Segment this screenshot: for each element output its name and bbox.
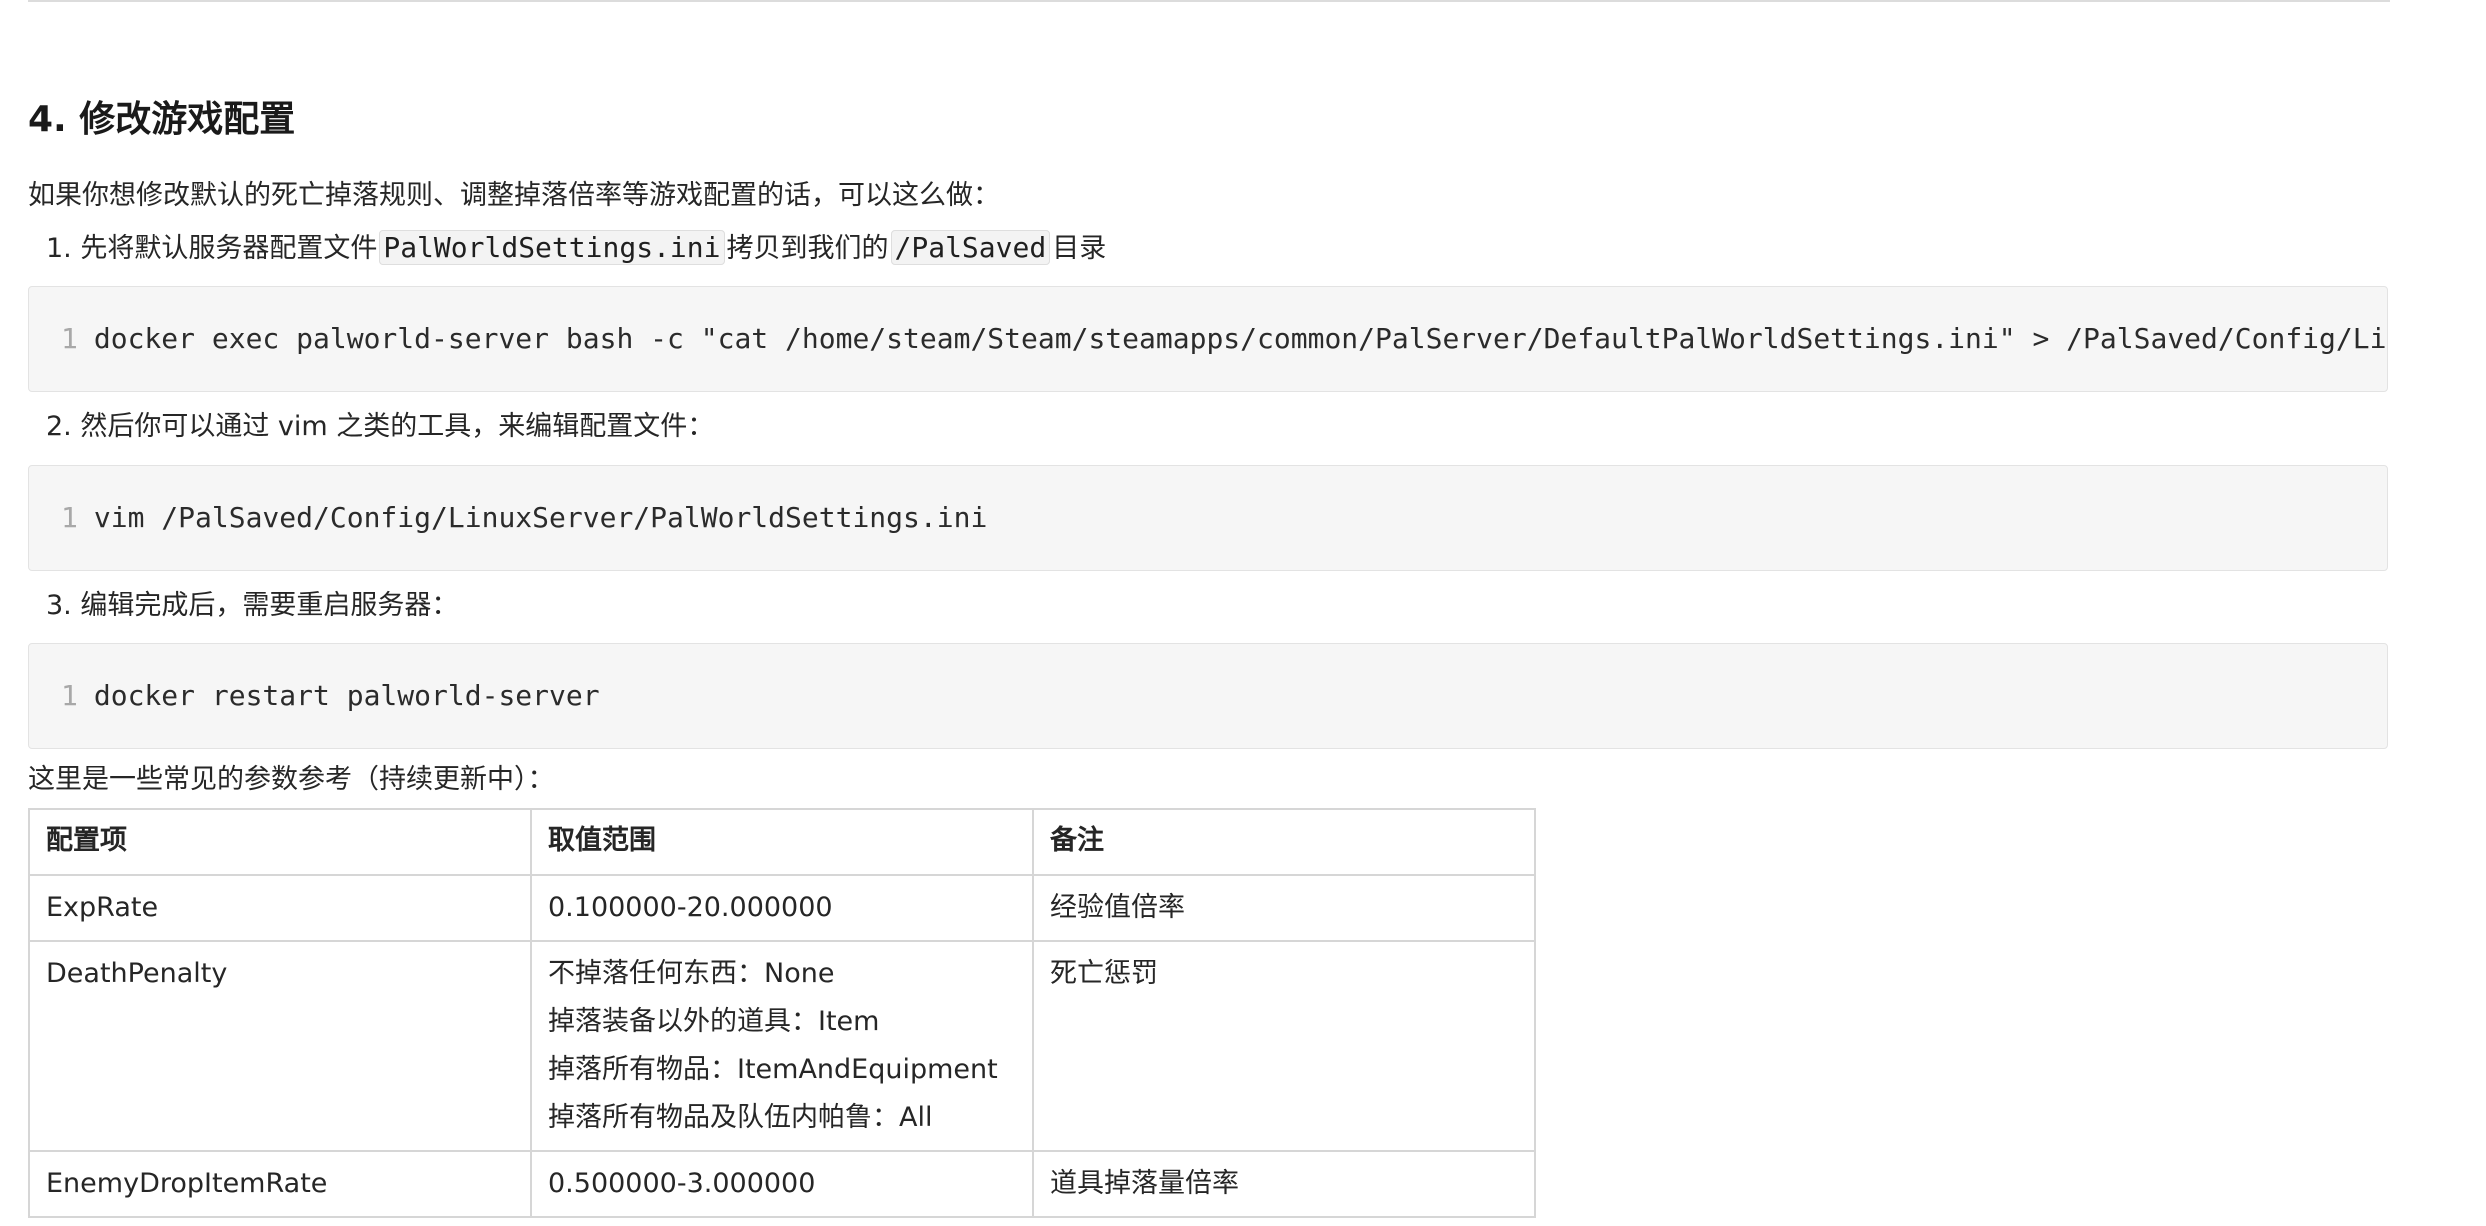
step-1-text: 1. 先将默认服务器配置文件 PalWorldSettings.ini 拷贝到我们的… [46,228,1106,269]
range-line: 0.500000-3.000000 [548,1168,816,1199]
code-line[interactable]: 1 docker restart palworld-server [61,644,600,748]
inline-code-palsaved-dir: /PalSaved [890,230,1051,265]
code-block-copy-config[interactable]: 1 docker exec palworld-server bash -c "ca… [28,286,2388,392]
cell-note: 道具掉落量倍率 [1032,1150,1536,1218]
table-header-row: 配置项 取值范围 备注 [28,808,1536,876]
step-2-text: 2. 然后你可以通过 vim 之类的工具，来编辑配置文件： [46,411,715,442]
cell-note: 经验值倍率 [1032,874,1536,942]
cell-range: 不掉落任何东西：None 掉落装备以外的道具：Item 掉落所有物品：ItemA… [530,940,1034,1152]
range-line: 掉落所有物品：ItemAndEquipment [548,1054,998,1085]
cell-range: 0.100000-20.000000 [530,874,1034,942]
code-block-edit-config[interactable]: 1 vim /PalSaved/Config/LinuxServer/PalWor… [28,465,2388,571]
code-line[interactable]: 1 docker exec palworld-server bash -c "ca… [61,287,2387,391]
header-notes: 备注 [1032,808,1536,876]
top-divider [28,0,2390,2]
step-3-text: 3. 编辑完成后，需要重启服务器： [46,590,459,621]
reference-intro: 这里是一些常见的参数参考（持续更新中）： [28,764,555,795]
step-1-middle: 拷贝到我们的 [726,233,889,264]
code-block-restart-server[interactable]: 1 docker restart palworld-server [28,643,2388,749]
cell-note: 死亡惩罚 [1032,940,1536,1152]
parameters-table: 配置项 取值范围 备注 ExpRate 0.100000-20.000000 经… [28,808,1536,1218]
line-number: 1 [61,322,78,355]
code-line[interactable]: 1 vim /PalSaved/Config/LinuxServer/PalWor… [61,466,987,570]
range-line: 掉落所有物品及队伍内帕鲁：All [548,1102,933,1133]
inline-code-settings-file: PalWorldSettings.ini [379,230,725,265]
cell-key: EnemyDropItemRate [28,1150,532,1218]
code-text[interactable]: vim /PalSaved/Config/LinuxServer/PalWorl… [94,501,987,534]
cell-key: ExpRate [28,874,532,942]
header-config-item: 配置项 [28,808,532,876]
code-text[interactable]: docker exec palworld-server bash -c "cat… [94,322,2387,355]
table-row: ExpRate 0.100000-20.000000 经验值倍率 [28,874,1536,942]
range-line: 不掉落任何东西：None [548,958,835,989]
line-number: 1 [61,679,78,712]
section-heading: 4. 修改游戏配置 [28,99,296,140]
line-number: 1 [61,501,78,534]
step-1-suffix: 目录 [1052,233,1107,264]
table-row: DeathPenalty 不掉落任何东西：None 掉落装备以外的道具：Item… [28,940,1536,1152]
step-1-prefix: 1. 先将默认服务器配置文件 [46,233,378,264]
intro-paragraph: 如果你想修改默认的死亡掉落规则、调整掉落倍率等游戏配置的话，可以这么做： [28,180,1000,211]
cell-key: DeathPenalty [28,940,532,1152]
header-value-range: 取值范围 [530,808,1034,876]
table-row: EnemyDropItemRate 0.500000-3.000000 道具掉落… [28,1150,1536,1218]
range-line: 掉落装备以外的道具：Item [548,1006,880,1037]
range-line: 0.100000-20.000000 [548,892,833,923]
code-text[interactable]: docker restart palworld-server [94,679,600,712]
cell-range: 0.500000-3.000000 [530,1150,1034,1218]
